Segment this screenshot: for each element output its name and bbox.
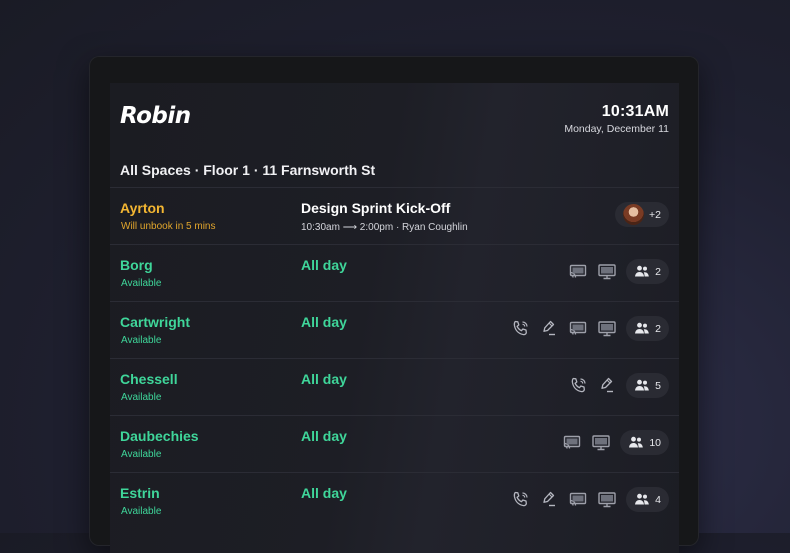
room-row-estrin[interactable]: Estrin Available All day 4 xyxy=(110,472,679,529)
booking-time: 10:30am ⟶ 2:00pm · Ryan Coughlin xyxy=(301,222,468,233)
room-name: Ayrton xyxy=(120,200,165,216)
room-row-chessell[interactable]: Chessell Available All day 5 xyxy=(110,358,679,415)
display-icon xyxy=(597,490,617,510)
attendees-count: +2 xyxy=(649,208,661,221)
phone-icon xyxy=(510,490,530,510)
capacity-pill: 2 xyxy=(626,316,669,341)
amenities: 4 xyxy=(501,487,669,512)
booking-title: All day xyxy=(301,314,347,330)
attendees-pill[interactable]: +2 xyxy=(615,202,669,227)
cast-icon xyxy=(568,319,588,339)
people-icon xyxy=(634,322,650,335)
room-display-screen: Robin 10:31AM Monday, December 11 All Sp… xyxy=(110,83,679,553)
booking-title: All day xyxy=(301,371,347,387)
booking-title: All day xyxy=(301,485,347,501)
room-name: Chessell xyxy=(120,371,178,387)
capacity-count: 2 xyxy=(655,322,661,335)
room-status: Available xyxy=(121,335,162,346)
whiteboard-icon xyxy=(539,319,559,339)
amenities: +2 xyxy=(606,202,669,227)
room-status: Available xyxy=(121,506,162,517)
room-name: Daubechies xyxy=(120,428,199,444)
room-name: Cartwright xyxy=(120,314,190,330)
people-icon xyxy=(634,379,650,392)
phone-icon xyxy=(510,319,530,339)
people-icon xyxy=(628,436,644,449)
capacity-count: 10 xyxy=(649,436,661,449)
display-bezel: Robin 10:31AM Monday, December 11 All Sp… xyxy=(89,56,699,553)
capacity-pill: 4 xyxy=(626,487,669,512)
capacity-pill: 2 xyxy=(626,259,669,284)
phone-icon xyxy=(568,376,588,396)
amenities: 2 xyxy=(501,316,669,341)
amenities: 5 xyxy=(559,373,669,398)
room-row-cartwright[interactable]: Cartwright Available All day 2 xyxy=(110,301,679,358)
capacity-count: 4 xyxy=(655,493,661,506)
amenities: 2 xyxy=(559,259,669,284)
booking-title: All day xyxy=(301,428,347,444)
robin-logo: Robin xyxy=(120,103,191,129)
people-icon xyxy=(634,493,650,506)
capacity-pill: 5 xyxy=(626,373,669,398)
room-name: Estrin xyxy=(120,485,160,501)
display-icon xyxy=(597,262,617,282)
avatar xyxy=(623,204,645,225)
room-status: Available xyxy=(121,449,162,460)
capacity-count: 5 xyxy=(655,379,661,392)
room-row-borg[interactable]: Borg Available All day 2 xyxy=(110,244,679,301)
booking-title: All day xyxy=(301,257,347,273)
room-list: Ayrton Will unbook in 5 mins Design Spri… xyxy=(110,187,679,529)
capacity-count: 2 xyxy=(655,265,661,278)
room-status: Available xyxy=(121,278,162,289)
room-status: Will unbook in 5 mins xyxy=(121,221,216,232)
current-date: Monday, December 11 xyxy=(564,123,669,135)
cast-icon xyxy=(562,433,582,453)
booking-title: Design Sprint Kick-Off xyxy=(301,200,451,216)
room-status: Available xyxy=(121,392,162,403)
whiteboard-icon xyxy=(539,490,559,510)
clock-panel: 10:31AM Monday, December 11 xyxy=(564,103,669,135)
whiteboard-icon xyxy=(597,376,617,396)
room-name: Borg xyxy=(120,257,153,273)
cast-icon xyxy=(568,490,588,510)
capacity-pill: 10 xyxy=(620,430,669,455)
people-icon xyxy=(634,265,650,278)
room-row-daubechies[interactable]: Daubechies Available All day 10 xyxy=(110,415,679,472)
current-time: 10:31AM xyxy=(601,103,669,120)
display-icon xyxy=(597,319,617,339)
amenities: 10 xyxy=(553,430,669,455)
location-breadcrumb: All Spaces · Floor 1 · 11 Farnsworth St xyxy=(120,162,376,178)
cast-icon xyxy=(568,262,588,282)
display-icon xyxy=(591,433,611,453)
room-row-ayrton[interactable]: Ayrton Will unbook in 5 mins Design Spri… xyxy=(110,187,679,244)
